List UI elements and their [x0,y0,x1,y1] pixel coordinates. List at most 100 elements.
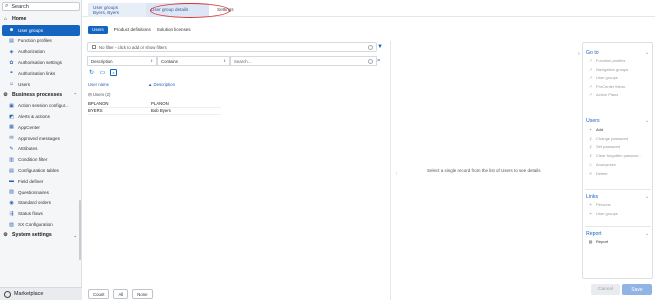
column-header-user-name[interactable]: User name [88,82,148,89]
group-collapse-icon[interactable]: ⊟ [88,92,92,97]
action-item[interactable]: ↗ User groups [588,75,618,80]
sidebar-item-appcenter[interactable]: ▦ AppCenter [0,122,82,133]
sidebar-item-authorization[interactable]: ◈ Authorization [0,46,82,57]
marketplace-icon [4,290,11,298]
users-icon: ☻ [8,27,15,34]
marketplace-button[interactable]: Marketplace [0,287,82,300]
action-item[interactable]: ☺ Anonymize [588,161,615,167]
column-header-description[interactable]: ▲ Description [148,82,175,89]
excel-export-icon[interactable]: x [110,69,117,76]
sidebar-item-approved-messages[interactable]: ✉ Approved messages [0,133,82,144]
action-item[interactable]: ↗ Navigation groups [588,67,628,72]
sidebar-item-label: SX Configuration [18,222,53,228]
table-row[interactable]: BPLANON PLANON [88,101,221,108]
action-item[interactable]: ↗ Function profiles [588,58,626,63]
filter-clear-icon[interactable] [368,44,373,50]
alert-icon: ◩ [9,113,14,120]
link-arrow-icon: ↗ [588,66,593,72]
sidebar-item-authorisation-links[interactable]: ⚭ Authorisation links [0,68,82,79]
cancel-button[interactable]: Cancel [591,284,620,295]
clear-icon[interactable] [368,58,373,64]
sidebar-item-users[interactable]: ☺ Users [0,79,82,90]
sidebar-search[interactable]: ⌕ Search [2,2,80,11]
chevron-up-icon[interactable]: ⌃ [74,92,77,97]
action-item-label: Navigation groups [596,66,629,72]
subtab-users[interactable]: Users [88,25,108,34]
monitor-icon[interactable]: ▭ [99,69,106,76]
chevron-down-icon: ⇕ [150,59,153,63]
save-button[interactable]: Save [622,284,652,295]
sidebar-item-attributes[interactable]: ✎ Attributes [0,144,82,155]
action-item[interactable]: ↗ Action Plans [588,92,618,97]
chevron-down-icon: ⇕ [223,59,226,63]
action-item-label: User groups [596,210,618,216]
action-item[interactable]: ✕ Delete [588,171,608,176]
chevron-up-icon[interactable]: ^ [646,51,648,56]
condition-value-input[interactable]: Search... [230,56,377,66]
refresh-icon[interactable]: ↻ [88,69,95,76]
sidebar-item-questionnaires[interactable]: ▧ Questionnaires [0,187,82,198]
collapse-panel-icon[interactable]: › [578,51,580,57]
anonymize-icon: ☺ [588,161,593,167]
count-button[interactable]: Count [88,289,110,299]
action-item[interactable]: ↗ ProCenter Menu [588,83,626,89]
splitter-handle-icon[interactable]: ⁝ [396,171,399,176]
sidebar-item-function-profiles[interactable]: ▤ Function profiles [0,36,82,47]
link-arrow-icon: ↗ [588,58,593,63]
sidebar-item-configuration-tables[interactable]: ▤ Configuration tables [0,165,82,176]
sidebar-item-status-flows[interactable]: ⇶ Status flows [0,208,82,219]
profile-icon: ▤ [9,37,14,44]
condition-operator-select[interactable]: Contains ⇕ [157,56,230,66]
sidebar-item-label: User groups [18,27,44,33]
action-item[interactable]: ⚭ User groups [588,211,618,216]
condition-field-select[interactable]: Description ⇕ [87,56,157,66]
sidebar-item-authorisation-settings[interactable]: ✿ Authorisation settings [0,57,82,68]
divider [585,189,651,190]
sidebar-nav: ⌂ Home ☻ User groups ▤ Function profiles ◈ Auth… [0,14,82,241]
sidebar-scrollbar[interactable] [79,200,81,260]
action-item[interactable]: ⚷ Change password [588,136,628,141]
chevron-up-icon[interactable]: ^ [646,232,648,237]
sidebar-item-action-session-configur[interactable]: ▣ Action session configur... [0,100,82,111]
home-icon: ⌂ [3,16,8,23]
action-item[interactable]: ⚷ Set password [588,144,620,149]
sidebar-item-user-groups[interactable]: ☻ User groups [2,24,80,36]
sidebar-item-home[interactable]: ⌂ Home [0,14,82,25]
search-icon[interactable]: ⌕ [377,57,381,65]
subtab-product-definitions[interactable]: Product definitions [114,27,151,32]
sidebar-item-condition-filter[interactable]: ▥ Condition filter [0,154,82,165]
funnel-icon[interactable]: ▼ [377,44,383,50]
chevron-up-icon[interactable]: ^ [646,119,648,124]
action-item[interactable]: + Add [588,127,603,132]
filter-checkbox[interactable] [92,45,96,49]
sidebar-item-sx-configuration[interactable]: ▨ SX Configuration [0,219,82,230]
search-icon: ⌕ [5,3,9,9]
subtab-solution-licenses[interactable]: Solution licenses [157,27,191,32]
link-icon: ⚭ [9,70,14,77]
chevron-up-icon[interactable]: ^ [646,195,648,200]
select-all-button[interactable]: All [113,289,129,299]
select-none-button[interactable]: None [132,289,153,299]
sidebar-item-field-definer[interactable]: ▬ Field definer [0,176,82,187]
action-item[interactable]: ▤ Report [588,239,608,244]
sidebar-item-label: Questionnaires [18,189,49,195]
action-item[interactable]: ⚷ Clear forgotten passwor... [588,153,642,158]
link-icon: ⚭ [588,202,593,207]
table-row[interactable]: BYERS Bob Byers [88,108,221,115]
sidebar-item-alerts-actions[interactable]: ◩ Alerts & actions [0,111,82,122]
condition-value-placeholder: Search... [234,58,252,64]
message-icon: ✉ [9,135,14,142]
cell-user-name: BYERS [88,108,103,113]
link-icon: ⚭ [588,210,593,216]
table-icon: ▤ [9,167,14,174]
link-arrow-icon: ↗ [588,75,593,81]
chevron-down-icon[interactable]: ⌄ [74,233,77,238]
action-item-label: ProCenter Menu [596,83,626,89]
sidebar-item-business-processes[interactable]: ⚙ Business processes ⌃ [0,90,82,101]
sidebar-item-system-settings[interactable]: ⚙ System settings ⌄ [0,230,82,241]
group-row[interactable]: ⊟ Users (2) [88,92,110,98]
sidebar-item-standard-orders[interactable]: ◉ Standard orders [0,198,82,209]
tab-user-groups[interactable]: User groups Byers, Byers [88,3,151,17]
action-item[interactable]: ⚭ Persons [588,202,611,207]
filter-bar[interactable]: No filter - click to add or show filters [87,42,377,52]
